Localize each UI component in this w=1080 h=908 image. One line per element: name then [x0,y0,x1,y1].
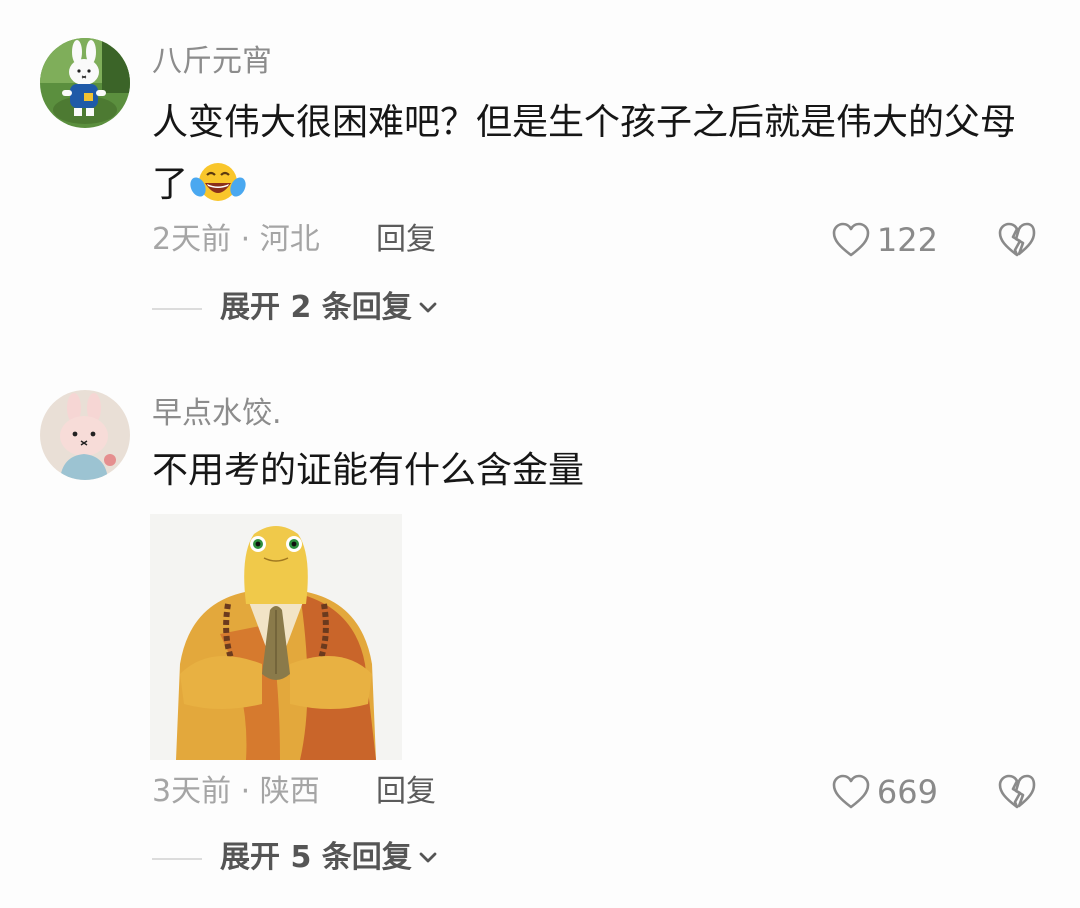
like-count: 669 [876,773,938,811]
heart-icon [832,222,870,257]
comment-text: 不用考的证能有什么含金量 [152,440,1032,502]
broken-heart-icon[interactable] [996,220,1038,260]
like-count: 122 [876,221,938,259]
expand-replies-label: 展开 5 条回复 [220,840,412,875]
comment-text-content: 人变伟大很困难吧？但是生个孩子之后就是伟大的父母了 [152,102,1017,205]
chevron-down-icon [419,302,437,313]
heart-icon [832,774,870,809]
username[interactable]: 早点水饺. [152,394,282,434]
expand-replies-button[interactable]: 展开 2 条回复 [220,288,438,328]
expand-divider [152,308,202,310]
comment-meta: 2天前 · 河北 [152,222,320,257]
expand-replies-button[interactable]: 展开 5 条回复 [220,838,438,878]
username[interactable]: 八斤元宵 [152,42,272,82]
avatar[interactable] [40,390,130,480]
comment-meta: 3天前 · 陕西 [152,774,320,809]
comment-1: 八斤元宵 人变伟大很困难吧？但是生个孩子之后就是伟大的父母了 2天前 · 河北 … [0,0,1080,340]
reply-button[interactable]: 回复 [376,220,436,260]
comment-text-content: 不用考的证能有什么含金量 [152,450,585,491]
expand-divider [152,858,202,860]
avatar[interactable] [40,38,130,128]
reply-button[interactable]: 回复 [376,772,436,812]
broken-heart-icon[interactable] [996,772,1038,812]
laughing-tears-emoji-icon [190,159,246,205]
expand-replies-label: 展开 2 条回复 [220,290,412,325]
like-button[interactable]: 669 [831,772,938,812]
chevron-down-icon [419,852,437,863]
comment-text: 人变伟大很困难吧？但是生个孩子之后就是伟大的父母了 [152,92,1032,216]
praying-monk-sticker[interactable] [150,514,402,760]
like-button[interactable]: 122 [831,220,938,260]
comment-2: 早点水饺. 不用考的证能有什么含金量 3天前 · 陕西 回复 669 展开 5 … [0,340,1080,908]
